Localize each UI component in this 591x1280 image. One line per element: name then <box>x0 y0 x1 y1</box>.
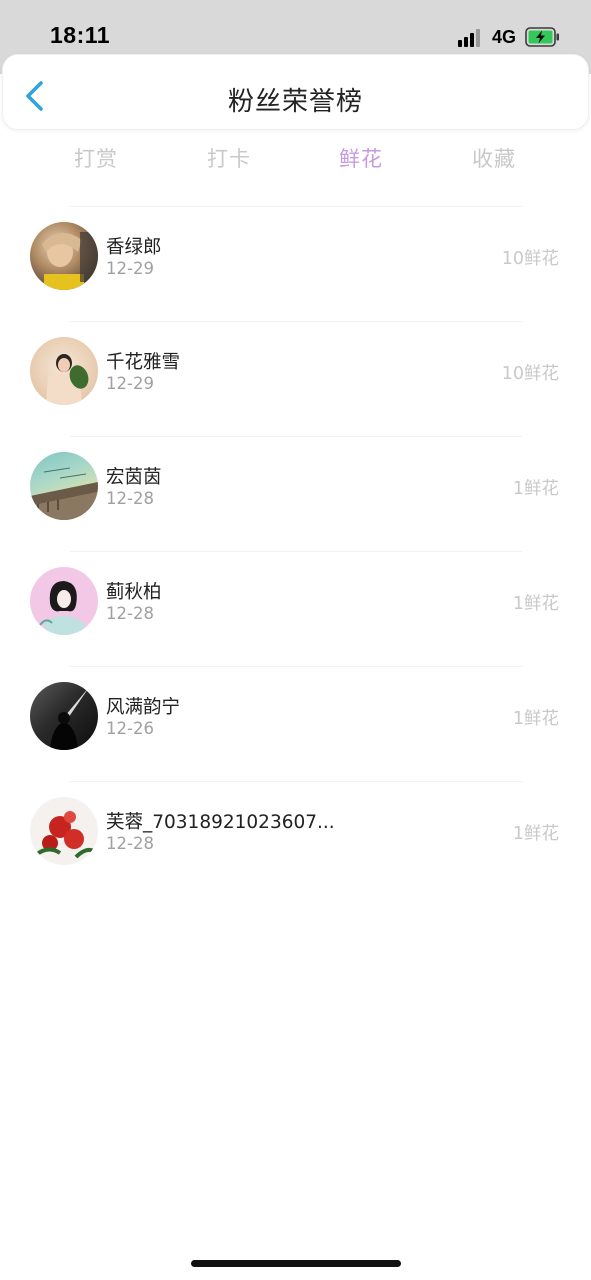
list-item[interactable]: 风满韵宁 12-26 1鲜花 <box>0 667 591 782</box>
page-title: 粉丝荣誉榜 <box>227 87 363 117</box>
tab-bar: 打赏 打卡 鲜花 收藏 <box>30 143 561 179</box>
list-item[interactable]: 芙蓉_70318921023607... 12-28 1鲜花 <box>0 782 591 897</box>
fan-date: 12-28 <box>106 489 154 508</box>
fan-name: 芙蓉_70318921023607... <box>106 812 335 833</box>
fan-list: 香绿郎 12-29 10鲜花 千花雅雪 12-29 10鲜花 宏茵茵 12-28… <box>0 207 591 897</box>
avatar[interactable] <box>30 452 98 520</box>
home-indicator[interactable] <box>191 1260 401 1267</box>
list-item[interactable]: 千花雅雪 12-29 10鲜花 <box>0 322 591 437</box>
fan-date: 12-29 <box>106 259 154 278</box>
fan-honor-screen: 18:11 4G 粉丝荣誉榜 打赏 打卡 鲜花 收藏 香绿郎 12-29 10鲜… <box>0 0 591 1280</box>
fan-name: 千花雅雪 <box>106 352 181 373</box>
fan-name: 宏茵茵 <box>106 467 162 488</box>
flower-count: 1鲜花 <box>512 709 559 729</box>
battery-charging-icon <box>525 27 559 47</box>
fan-name: 风满韵宁 <box>106 697 181 718</box>
fan-date: 12-28 <box>106 604 154 623</box>
flower-count: 1鲜花 <box>512 824 559 844</box>
avatar[interactable] <box>30 222 98 290</box>
list-item[interactable]: 香绿郎 12-29 10鲜花 <box>0 207 591 322</box>
tab-flowers[interactable]: 鲜花 <box>295 143 427 173</box>
list-item[interactable]: 蓟秋柏 12-28 1鲜花 <box>0 552 591 667</box>
fan-date: 12-29 <box>106 374 154 393</box>
list-item[interactable]: 宏茵茵 12-28 1鲜花 <box>0 437 591 552</box>
fan-date: 12-28 <box>106 834 154 853</box>
tab-favorites[interactable]: 收藏 <box>428 143 560 173</box>
fan-date: 12-26 <box>106 719 154 738</box>
network-label: 4G <box>492 27 517 47</box>
tab-checkin[interactable]: 打卡 <box>163 143 295 173</box>
avatar[interactable] <box>30 682 98 750</box>
avatar[interactable] <box>30 337 98 405</box>
flower-count: 10鲜花 <box>501 249 559 269</box>
cellular-signal-icon <box>458 29 484 47</box>
nav-header: 粉丝荣誉榜 <box>2 54 589 130</box>
tab-tips[interactable]: 打赏 <box>30 143 162 173</box>
avatar[interactable] <box>30 797 98 865</box>
flower-count: 1鲜花 <box>512 479 559 499</box>
fan-name: 蓟秋柏 <box>106 582 162 603</box>
avatar[interactable] <box>30 567 98 635</box>
flower-count: 10鲜花 <box>501 364 559 384</box>
status-time: 18:11 <box>50 22 111 48</box>
flower-count: 1鲜花 <box>512 594 559 614</box>
fan-name: 香绿郎 <box>106 237 162 258</box>
